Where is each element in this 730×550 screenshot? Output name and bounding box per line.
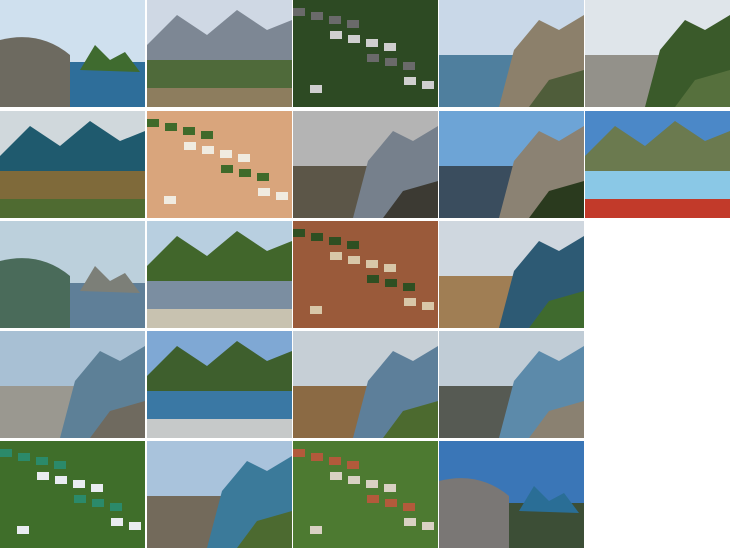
hillside-town-photo[interactable] [147,221,292,328]
waterpark-slides-photo[interactable] [585,111,730,218]
lake-and-rock-photo[interactable] [0,221,145,328]
pebble-beach-photo[interactable] [439,441,584,548]
pebble-beach-photo-image [439,441,584,548]
mountain-and-town-panorama-photo[interactable] [147,0,292,107]
coastal-town-with-rock-photo[interactable] [0,0,145,107]
beach-town-panorama-photo-image [0,111,145,218]
swan-rock-photo[interactable] [439,221,584,328]
seashore-with-rock-photo[interactable] [439,331,584,438]
rocky-coast-photo-image [147,441,292,548]
seashore-with-rock-photo-image [439,331,584,438]
cliff-with-figure-photo-image [0,331,145,438]
rocky-cove-photo[interactable] [293,111,438,218]
rocky-coast-photo[interactable] [147,441,292,548]
green-roof-villa-photo[interactable] [0,441,145,548]
town-on-hillside-photo-image [293,441,438,548]
mountain-peak-photo[interactable] [585,0,730,107]
swan-rock-photo-image [439,221,584,328]
town-rooftops-photo-image [293,221,438,328]
rocky-seashore-photo-image [439,0,584,107]
mountain-and-town-panorama-photo-image [147,0,292,107]
rocky-seashore-photo[interactable] [439,0,584,107]
coastal-town-with-rock-photo-image [0,0,145,107]
tree-by-seaside-rocks-photo-image [439,111,584,218]
cypress-avenue-photo-image [293,0,438,107]
hillside-town-photo-image [147,221,292,328]
pavilion-building-photo[interactable] [147,111,292,218]
bay-with-mountains-photo-image [147,331,292,438]
waterpark-slides-photo-image [585,111,730,218]
town-on-hillside-photo[interactable] [293,441,438,548]
tree-by-seaside-rocks-photo[interactable] [439,111,584,218]
town-rooftops-photo[interactable] [293,221,438,328]
cat-rock-at-sea-photo-image [293,331,438,438]
rocky-cove-photo-image [293,111,438,218]
pavilion-building-photo-image [147,111,292,218]
lake-and-rock-photo-image [0,221,145,328]
cliff-with-figure-photo[interactable] [0,331,145,438]
bay-with-mountains-photo[interactable] [147,331,292,438]
green-roof-villa-photo-image [0,441,145,548]
mountain-peak-photo-image [585,0,730,107]
cypress-avenue-photo[interactable] [293,0,438,107]
cat-rock-at-sea-photo[interactable] [293,331,438,438]
photo-gallery [0,0,730,550]
beach-town-panorama-photo[interactable] [0,111,145,218]
